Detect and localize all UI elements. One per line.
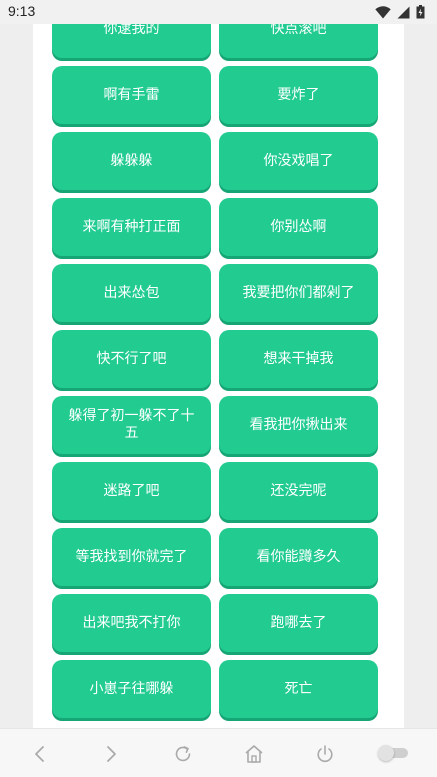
home-icon bbox=[245, 745, 263, 763]
battery-icon bbox=[416, 5, 425, 19]
home-button[interactable] bbox=[241, 741, 267, 767]
sound-button-22[interactable]: 死亡 bbox=[219, 660, 378, 718]
bottom-navigation-bar bbox=[0, 728, 437, 777]
power-icon bbox=[317, 745, 333, 763]
sound-button-11[interactable]: 快不行了吧 bbox=[52, 330, 211, 388]
status-icons bbox=[375, 5, 425, 19]
sound-button-7[interactable]: 来啊有种打正面 bbox=[52, 198, 211, 256]
sound-button-6[interactable]: 你没戏唱了 bbox=[219, 132, 378, 190]
sound-button-17[interactable]: 等我找到你就完了 bbox=[52, 528, 211, 586]
sound-button-2[interactable]: 快点滚吧 bbox=[219, 24, 378, 58]
sound-button-grid: 你逮我的 快点滚吧 啊有手雷 要炸了 躲躲躲 你没戏唱了 来啊有种打正面 你别怂啊 出来怂包 我要… bbox=[52, 24, 378, 718]
refresh-button[interactable] bbox=[170, 741, 196, 767]
sound-button-19[interactable]: 出来吧我不打你 bbox=[52, 594, 211, 652]
back-button[interactable] bbox=[27, 741, 53, 767]
right-margin bbox=[404, 24, 437, 728]
cellular-signal-icon bbox=[397, 6, 410, 18]
content-area[interactable]: 你逮我的 快点滚吧 啊有手雷 要炸了 躲躲躲 你没戏唱了 来啊有种打正面 你别怂啊 出来怂包 我要… bbox=[0, 24, 437, 728]
sound-button-12[interactable]: 想来干掉我 bbox=[219, 330, 378, 388]
status-bar: 9:13 bbox=[0, 0, 437, 24]
sound-button-21[interactable]: 小崽子往哪躲 bbox=[52, 660, 211, 718]
sound-button-14[interactable]: 看我把你揪出来 bbox=[219, 396, 378, 454]
power-button[interactable] bbox=[312, 741, 338, 767]
sound-button-10[interactable]: 我要把你们都剁了 bbox=[219, 264, 378, 322]
status-time: 9:13 bbox=[8, 3, 36, 19]
left-margin bbox=[0, 24, 33, 728]
refresh-icon bbox=[175, 746, 191, 762]
sound-button-13[interactable]: 躲得了初一躲不了十五 bbox=[52, 396, 211, 454]
sound-button-18[interactable]: 看你能蹲多久 bbox=[219, 528, 378, 586]
back-icon bbox=[35, 746, 44, 762]
sound-button-4[interactable]: 要炸了 bbox=[219, 66, 378, 124]
sound-button-20[interactable]: 跑哪去了 bbox=[219, 594, 378, 652]
forward-button[interactable] bbox=[98, 741, 124, 767]
sound-button-3[interactable]: 啊有手雷 bbox=[52, 66, 211, 124]
sound-button-16[interactable]: 还没完呢 bbox=[219, 462, 378, 520]
sound-button-panel[interactable]: 你逮我的 快点滚吧 啊有手雷 要炸了 躲躲躲 你没戏唱了 来啊有种打正面 你别怂啊 出来怂包 我要… bbox=[33, 24, 404, 728]
forward-icon bbox=[107, 746, 116, 762]
sound-button-8[interactable]: 你别怂啊 bbox=[219, 198, 378, 256]
sound-button-5[interactable]: 躲躲躲 bbox=[52, 132, 211, 190]
toggle-thumb bbox=[378, 745, 394, 761]
wifi-icon bbox=[375, 5, 391, 19]
toggle-switch[interactable] bbox=[378, 745, 408, 761]
sound-button-1[interactable]: 你逮我的 bbox=[52, 24, 211, 58]
sound-button-15[interactable]: 迷路了吧 bbox=[52, 462, 211, 520]
sound-button-9[interactable]: 出来怂包 bbox=[52, 264, 211, 322]
